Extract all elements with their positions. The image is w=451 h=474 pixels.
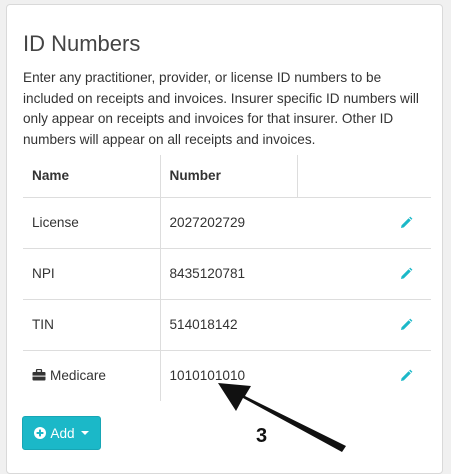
row-actions bbox=[297, 196, 431, 248]
row-number: 514018142 bbox=[159, 298, 297, 350]
id-numbers-table: Name Number License 2027202729 NPI 84351… bbox=[23, 155, 431, 401]
row-number: 8435120781 bbox=[159, 247, 297, 299]
row-number: 1010101010 bbox=[159, 349, 297, 401]
row-name: TIN bbox=[23, 298, 160, 350]
pencil-icon[interactable] bbox=[399, 267, 413, 281]
id-numbers-panel: ID Numbers Enter any practitioner, provi… bbox=[6, 4, 443, 474]
pencil-icon[interactable] bbox=[399, 216, 413, 230]
row-name: NPI bbox=[23, 247, 160, 299]
row-actions bbox=[297, 247, 431, 299]
column-header-actions bbox=[296, 155, 431, 198]
table-header-row: Name Number bbox=[23, 155, 431, 198]
table-row: Medicare 1010101010 bbox=[23, 349, 431, 401]
row-actions bbox=[297, 349, 431, 401]
add-button-label: Add bbox=[50, 425, 75, 441]
pencil-icon[interactable] bbox=[399, 369, 413, 383]
column-header-name: Name bbox=[23, 155, 160, 198]
row-number: 2027202729 bbox=[159, 196, 297, 248]
plus-circle-icon bbox=[34, 427, 47, 439]
row-actions bbox=[297, 298, 431, 350]
briefcase-icon bbox=[32, 369, 46, 381]
pencil-icon[interactable] bbox=[399, 318, 413, 332]
page-title: ID Numbers bbox=[23, 31, 141, 56]
step-number-label: 3 bbox=[256, 425, 268, 447]
row-name: License bbox=[23, 196, 160, 248]
row-name: Medicare bbox=[50, 368, 106, 384]
caret-down-icon bbox=[80, 431, 89, 435]
panel-description: Enter any practitioner, provider, or lic… bbox=[23, 70, 419, 147]
table-row: TIN 514018142 bbox=[23, 298, 431, 350]
table-row: License 2027202729 bbox=[23, 196, 431, 248]
table-row: NPI 8435120781 bbox=[23, 247, 431, 299]
add-button[interactable]: Add bbox=[22, 416, 101, 450]
row-name-cell: Medicare bbox=[23, 349, 160, 401]
column-header-number: Number bbox=[159, 155, 297, 198]
